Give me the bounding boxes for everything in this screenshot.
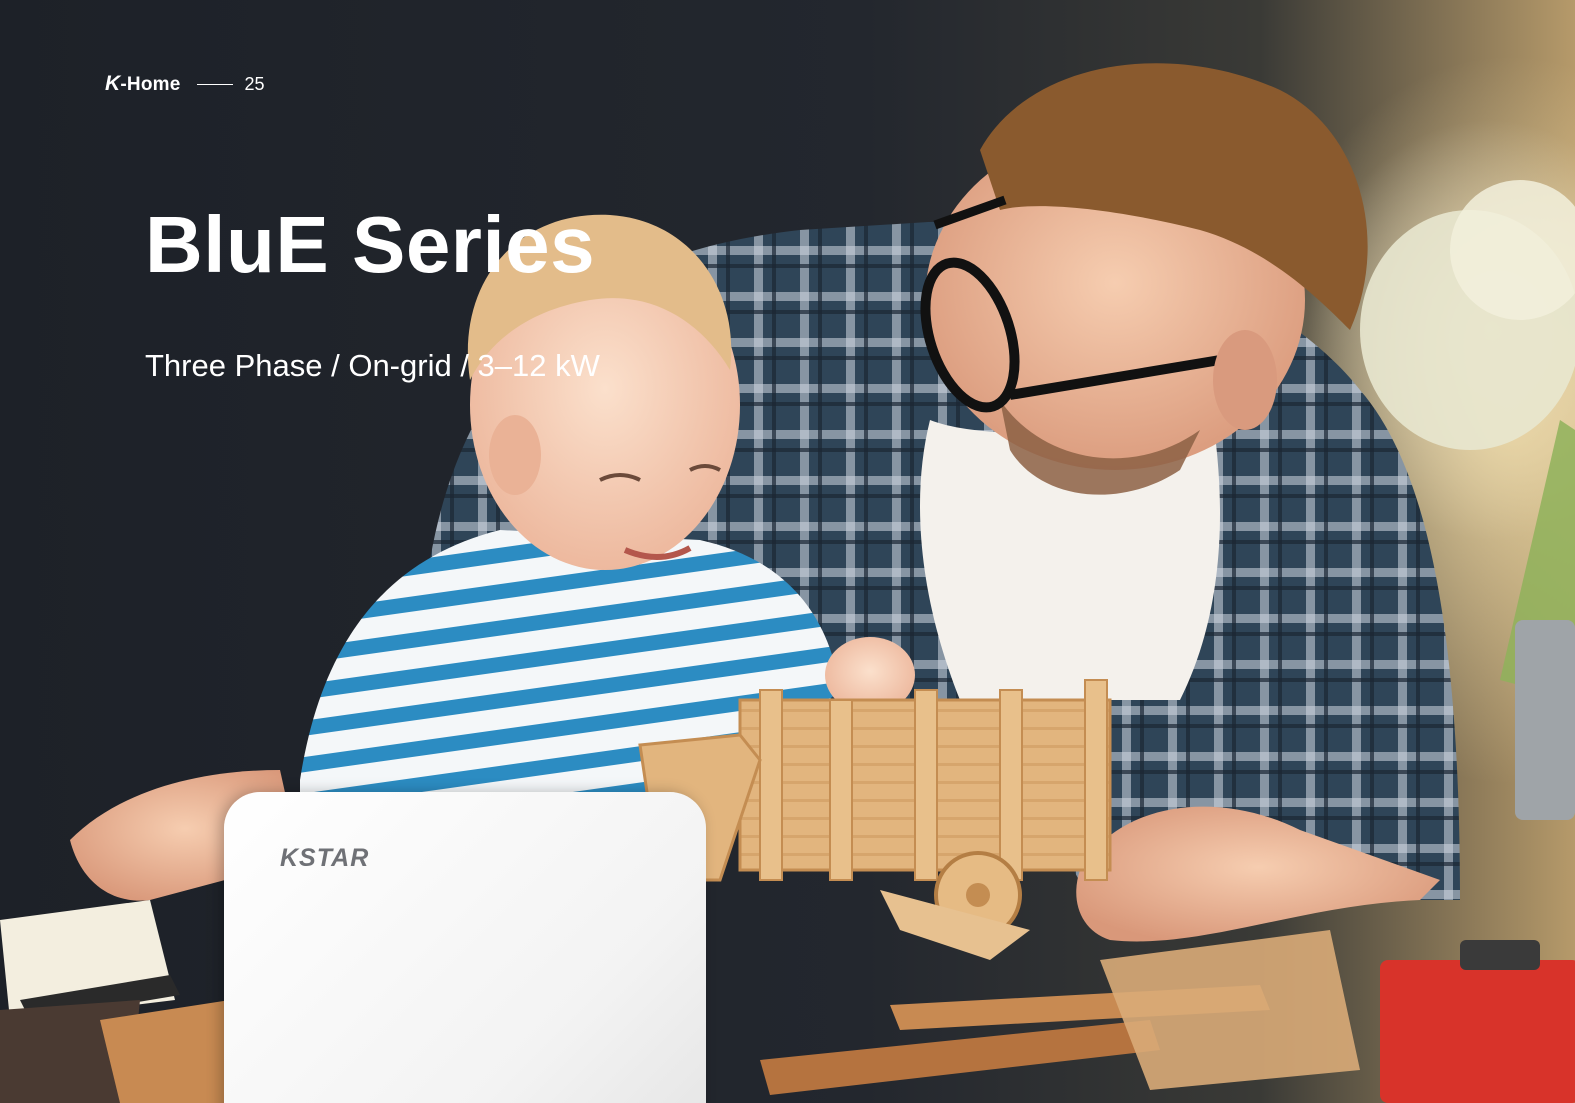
inverter-logo: KSTAR bbox=[280, 844, 370, 872]
header-divider bbox=[196, 83, 233, 85]
page-title: BluE Series bbox=[145, 200, 596, 289]
brand-logo: K-Home bbox=[105, 72, 181, 95]
brochure-page: K-Home 25 BluE Series Three Phase / On-g… bbox=[0, 0, 1575, 1103]
page-number: 25 bbox=[244, 73, 265, 94]
inverter-product: KSTAR bbox=[224, 792, 706, 1103]
page-subtitle: Three Phase / On-grid / 3–12 kW bbox=[145, 348, 600, 383]
page-header: K-Home 25 bbox=[105, 72, 265, 96]
